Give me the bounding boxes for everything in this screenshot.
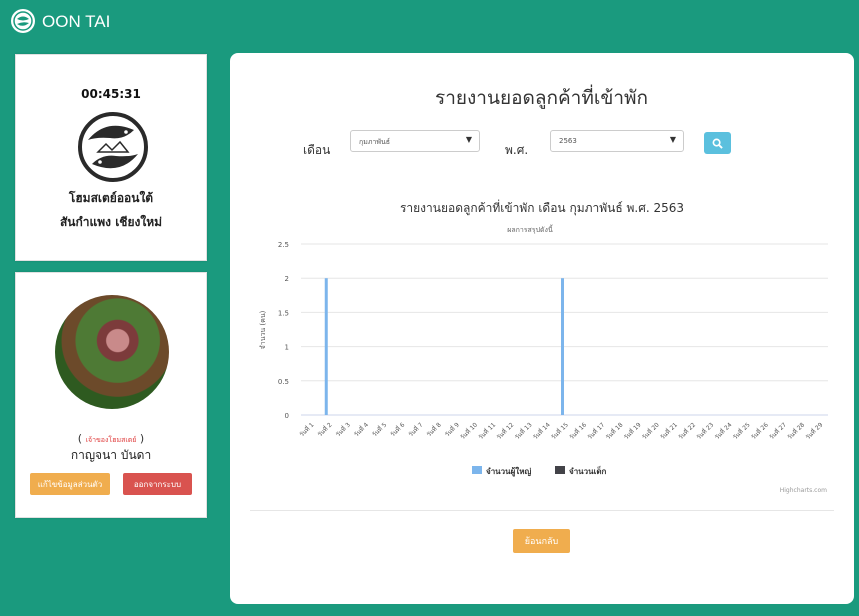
logout-button[interactable]: ออกจากระบบ	[123, 473, 192, 495]
x-tick-label: วันที่ 20	[640, 421, 661, 442]
x-tick-label: วันที่ 15	[549, 421, 570, 442]
chart-y-axis-label: จำนวน (คน)	[259, 310, 267, 349]
x-tick-label: วันที่ 25	[731, 421, 752, 442]
x-tick-label: วันที่ 4	[352, 421, 370, 439]
user-name: กาญจนา บันดา	[70, 448, 152, 462]
brand-logo-icon[interactable]	[11, 9, 35, 33]
brand-name[interactable]: OON TAI	[42, 12, 110, 32]
x-tick-label: วันที่ 2	[316, 421, 334, 439]
homestay-fish-logo-icon	[78, 112, 148, 182]
x-tick-label: วันที่ 11	[477, 421, 498, 442]
x-tick-label: วันที่ 12	[495, 421, 516, 442]
x-tick-label: วันที่ 29	[804, 421, 825, 442]
x-tick-label: วันที่ 1	[298, 421, 316, 439]
chart-credits[interactable]: Highcharts.com	[780, 487, 827, 494]
x-tick-label: วันที่ 14	[531, 421, 552, 442]
y-tick-label: 0	[285, 412, 289, 420]
guest-report-chart: รายงานยอดลูกค้าที่เข้าพัก เดือน กุมภาพัน…	[259, 199, 828, 494]
avatar	[55, 295, 169, 409]
chevron-down-icon: ▼	[465, 135, 472, 144]
chart-title: รายงานยอดลูกค้าที่เข้าพัก เดือน กุมภาพัน…	[400, 199, 684, 216]
chart-subtitle: ผลการสรุปดังนี้	[507, 223, 553, 234]
y-tick-label: 1	[285, 344, 289, 352]
role-tag: เจ้าของโฮมสเตย์	[85, 436, 137, 444]
legend-child-swatch[interactable]	[555, 466, 565, 474]
legend-adult-swatch[interactable]	[472, 466, 482, 474]
y-tick-label: 2.5	[278, 241, 289, 249]
clock-card: 00:45:31 โฮมสเตย์ออนใต้ สันกำแพง เชียงให…	[15, 54, 207, 261]
report-panel: รายงานยอดลูกค้าที่เข้าพัก เดือน กุมภาพัน…	[230, 53, 854, 604]
user-role: ( เจ้าของโฮมสเตย์ )	[16, 432, 206, 446]
edit-profile-button[interactable]: แก้ไขข้อมูลส่วนตัว	[30, 473, 110, 495]
x-tick-label: วันที่ 8	[425, 421, 443, 439]
top-navbar: OON TAI	[0, 0, 859, 46]
page-title: รายงานยอดลูกค้าที่เข้าพัก	[435, 87, 649, 109]
x-tick-label: วันที่ 16	[568, 421, 589, 442]
x-tick-label: วันที่ 10	[459, 421, 480, 442]
year-select[interactable]: 2563 ▼	[550, 130, 684, 152]
chevron-down-icon: ▼	[669, 135, 676, 144]
x-tick-label: วันที่ 27	[767, 421, 788, 442]
x-tick-label: วันที่ 19	[622, 421, 643, 442]
x-tick-label: วันที่ 7	[407, 421, 425, 439]
search-icon	[712, 138, 723, 149]
x-tick-label: วันที่ 23	[695, 421, 716, 442]
back-button[interactable]: ย้อนกลับ	[513, 529, 570, 553]
x-tick-label: วันที่ 22	[677, 421, 698, 442]
x-tick-label: วันที่ 5	[370, 421, 388, 439]
chart-legend: จำนวนผู้ใหญ่ จำนวนเด็ก	[472, 465, 607, 477]
y-tick-label: 0.5	[278, 378, 289, 386]
x-tick-label: วันที่ 24	[713, 421, 734, 442]
month-select[interactable]: กุมภาพันธ์ ▼	[350, 130, 480, 152]
user-profile-card: ( เจ้าของโฮมสเตย์ ) กาญจนา บันดา แก้ไขข้…	[15, 272, 207, 518]
legend-child-label[interactable]: จำนวนเด็ก	[569, 465, 607, 476]
x-tick-label: วันที่ 13	[513, 421, 534, 442]
x-tick-label: วันที่ 21	[658, 421, 679, 442]
month-select-value: กุมภาพันธ์	[359, 138, 391, 146]
x-tick-label: วันที่ 28	[786, 421, 807, 442]
y-tick-label: 2	[285, 275, 289, 283]
role-close-paren: )	[136, 432, 145, 445]
chart-bar[interactable]	[324, 278, 328, 415]
x-tick-label: วันที่ 17	[586, 421, 607, 442]
x-tick-label: วันที่ 26	[749, 421, 770, 442]
clock-time: 00:45:31	[81, 87, 141, 101]
x-tick-label: วันที่ 18	[604, 421, 625, 442]
x-tick-label: วันที่ 3	[334, 421, 352, 439]
month-label: เดือน	[303, 143, 331, 157]
role-open-paren: (	[77, 432, 86, 445]
divider	[250, 510, 834, 511]
homestay-name: โฮมสเตย์ออนใต้	[68, 191, 154, 205]
y-tick-label: 1.5	[278, 309, 289, 317]
search-button[interactable]	[704, 132, 731, 154]
year-select-value: 2563	[559, 137, 577, 145]
legend-adult-label[interactable]: จำนวนผู้ใหญ่	[486, 466, 531, 477]
homestay-location: สันกำแพง เชียงใหม่	[59, 215, 163, 229]
x-tick-label: วันที่ 6	[389, 421, 407, 439]
year-label: พ.ศ.	[505, 143, 529, 157]
chart-bar[interactable]	[561, 278, 564, 415]
